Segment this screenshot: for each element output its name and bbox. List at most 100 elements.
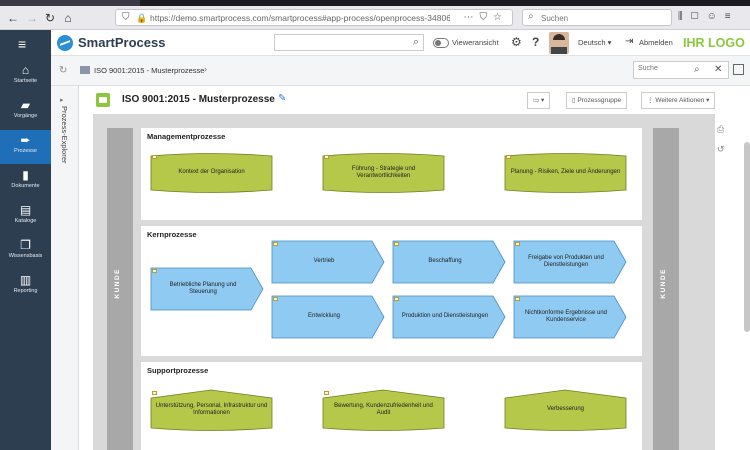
core-processes-panel: Kernprozesse Betriebliche Planung und St…: [141, 226, 642, 356]
process-explorer-panel[interactable]: ▸ Prozess-Explorer: [51, 86, 79, 450]
customer-band-label: KUNDE: [114, 268, 121, 299]
process-shape[interactable]: Freigabe von Produkten und Dienstleistun…: [513, 240, 627, 284]
customer-band-right: KUNDE: [653, 128, 679, 450]
process-shape[interactable]: Führung - Strategie und Verantwortlichke…: [322, 153, 445, 193]
customer-band-left: KUNDE: [107, 128, 133, 450]
language-select[interactable]: Deutsch ▾: [578, 38, 611, 47]
process-shape[interactable]: Vertrieb: [271, 240, 385, 284]
sidebar-item-startseite[interactable]: ⌂ Startseite: [0, 60, 51, 94]
pdf-export-icon[interactable]: ⎙: [717, 124, 724, 135]
process-label: Verbesserung: [546, 406, 585, 413]
chevron-down-icon: ▾: [607, 38, 612, 47]
browser-search-input[interactable]: [541, 12, 661, 24]
comment-button[interactable]: ▭ ▾: [527, 92, 551, 109]
more-actions-label: Weitere Aktionen: [655, 97, 705, 104]
process-label: Bewertung, Kundenzufriedenheit und Audit: [334, 402, 433, 417]
process-shape[interactable]: Beschaffung: [392, 240, 506, 284]
app-search-input[interactable]: ⌕: [274, 34, 424, 51]
process-label: Entwicklung: [307, 313, 340, 320]
viewer-label[interactable]: Vieweransicht: [452, 38, 499, 47]
chevron-down-icon: ▾: [540, 97, 545, 104]
process-label: Führung - Strategie und Verantwortlichke…: [351, 165, 416, 180]
sidebar-item-label: Startseite: [13, 78, 38, 84]
logout-link[interactable]: Abmelden: [639, 38, 673, 47]
reload-icon[interactable]: ↻: [43, 11, 57, 25]
process-shape[interactable]: Produktion und Dienstleistungen: [392, 295, 506, 339]
main-content: ISO 9001:2015 - Musterprozesse ✎ ▭ ▾ ▯ P…: [79, 86, 750, 450]
process-shape[interactable]: Verbesserung: [504, 389, 627, 431]
search-icon: ⌕: [528, 11, 534, 22]
sidebar-item-wissensbasis[interactable]: ❐ Wissensbasis: [0, 235, 51, 269]
process-label: Nichtkonforme Ergebnisse und Kundenservi…: [524, 309, 608, 324]
logout-icon[interactable]: ⇥: [625, 36, 633, 47]
url-bar[interactable]: ⛉ 🔒 https://demo.smartprocess.com/smartp…: [115, 9, 513, 26]
process-shape[interactable]: Bewertung, Kundenzufriedenheit und Audit: [322, 389, 445, 431]
breadcrumb[interactable]: ISO 9001:2015 - Musterprozesse: [94, 66, 204, 75]
help-icon[interactable]: ?: [532, 35, 539, 49]
sidebar-item-prozesse[interactable]: ➨ Prozesse: [0, 130, 51, 164]
history-icon[interactable]: ↺: [717, 144, 725, 155]
sidebar-item-dokumente[interactable]: ▮ Dokumente: [0, 165, 51, 199]
more-icon: ⋮: [647, 97, 654, 104]
process-label: Planung - Risiken, Ziele und Änderungen: [510, 169, 621, 176]
browser-tab[interactable]: [0, 0, 140, 6]
process-shape[interactable]: Kontext der Organisation: [150, 153, 273, 193]
browser-toolbar: ← → ↻ ⌂ ⛉ 🔒 https://demo.smartprocess.co…: [0, 0, 750, 30]
process-map-canvas: KUNDE KUNDE Managementprozesse Kontext d…: [93, 114, 715, 450]
back-icon[interactable]: ←: [6, 11, 20, 25]
browser-search[interactable]: ⌕: [522, 9, 672, 26]
process-shape[interactable]: Planung - Risiken, Ziele und Änderungen: [504, 153, 627, 193]
home-browser-icon[interactable]: ⌂: [61, 11, 75, 25]
process-group-icon: [96, 93, 110, 107]
expand-icon[interactable]: ▸: [60, 96, 64, 104]
more-actions-button[interactable]: ⋮ Weitere Aktionen ▾: [641, 92, 716, 109]
scrollbar[interactable]: [744, 142, 750, 332]
sidebar-item-label: Kataloge: [14, 218, 37, 224]
breadcrumb-search[interactable]: ⌕ ✕: [633, 61, 729, 79]
window-icon[interactable]: [733, 64, 744, 75]
panel-title: Supportprozesse: [147, 366, 209, 375]
customer-band-label: KUNDE: [660, 268, 667, 299]
process-explorer-label[interactable]: Prozess-Explorer: [55, 106, 69, 246]
hamburger-menu-icon[interactable]: ≡: [18, 36, 26, 52]
sidebar-item-kataloge[interactable]: ▤ Kataloge: [0, 200, 51, 234]
process-shape[interactable]: Betriebliche Planung und Steuerung: [150, 267, 264, 311]
close-icon[interactable]: ✕: [714, 64, 722, 75]
browser-menu-icons[interactable]: ⫼▢☺≡: [678, 11, 739, 22]
process-label: Betriebliche Planung und Steuerung: [169, 281, 237, 296]
panel-title: Kernprozesse: [147, 230, 197, 239]
shield-icon: ⛉: [122, 12, 130, 23]
sidebar-item-reporting[interactable]: ▥ Reporting: [0, 270, 51, 304]
process-group-button[interactable]: ▯ Prozessgruppe: [566, 92, 628, 109]
sidebar-item-vorgaenge[interactable]: ▰ Vorgänge: [0, 95, 51, 129]
process-shape[interactable]: Entwicklung: [271, 295, 385, 339]
search-icon[interactable]: ⌕: [413, 36, 419, 49]
side-tools: ⎙ ↺: [709, 114, 745, 194]
home-icon: ⌂: [21, 63, 30, 77]
lock-icon: 🔒: [136, 13, 148, 23]
management-processes-panel: Managementprozesse Kontext der Organisat…: [141, 128, 642, 220]
url-text[interactable]: https://demo.smartprocess.com/smartproce…: [150, 13, 450, 23]
process-label: Vertrieb: [313, 258, 335, 265]
avatar[interactable]: [549, 32, 569, 54]
sidebar-item-label: Reporting: [13, 288, 38, 294]
process-icon: ➨: [20, 133, 31, 147]
chart-icon: ▥: [19, 273, 32, 287]
sidebar-item-label: Wissensbasis: [8, 253, 43, 259]
process-shape[interactable]: Unterstützung, Personal, Infrastruktur u…: [150, 389, 273, 431]
sidebar-item-label: Prozesse: [14, 148, 37, 154]
process-group-label: Prozessgruppe: [577, 97, 622, 104]
edit-icon[interactable]: ✎: [278, 93, 286, 104]
viewer-toggle[interactable]: [433, 38, 449, 48]
forward-icon[interactable]: →: [25, 11, 39, 25]
process-shape[interactable]: Nichtkonforme Ergebnisse und Kundenservi…: [513, 295, 627, 339]
breadcrumb-search-input[interactable]: [638, 65, 688, 72]
breadcrumb-bar: ↻ ISO 9001:2015 - Musterprozesse › ⌕ ✕: [51, 56, 750, 86]
refresh-icon[interactable]: ↻: [59, 65, 67, 76]
chevron-right-icon[interactable]: ›: [204, 64, 207, 74]
search-icon[interactable]: ⌕: [694, 64, 700, 75]
process-label: Beschaffung: [428, 258, 462, 265]
page-actions-icon[interactable]: ⋯⛉☆: [464, 12, 508, 23]
catalog-icon: ▤: [19, 203, 32, 217]
gear-icon[interactable]: ⚙: [511, 35, 522, 49]
